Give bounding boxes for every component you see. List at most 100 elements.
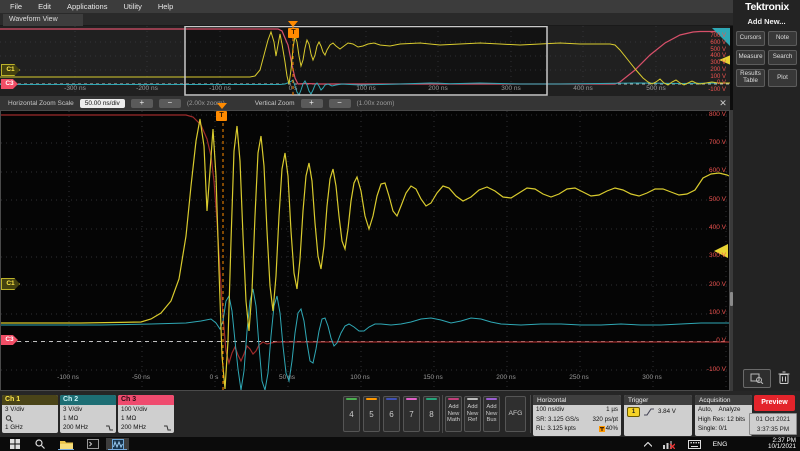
trigger-source-chip: 1 [627, 407, 640, 417]
taskbar-clock[interactable]: 2:37 PM 10/1/2021 [738, 438, 796, 451]
h-zoom-plus-button[interactable]: + [131, 99, 153, 108]
ch7-color-strip [406, 398, 417, 400]
ch5-color-strip [366, 398, 377, 400]
horizontal-window: 1 µs [606, 406, 618, 413]
v-zoom-minus-button[interactable]: − [329, 99, 351, 108]
h-zoom-minus-button[interactable]: − [159, 99, 181, 108]
acquisition-analyze: Analyze [718, 406, 740, 413]
ch3-bandwidth: 200 MHz [118, 423, 174, 432]
divider-grip-handle[interactable] [730, 292, 733, 306]
bus-color-strip [486, 398, 497, 400]
channel-4-button[interactable]: 4 [343, 396, 360, 432]
acquisition-single: Single: 0/1 [695, 424, 752, 434]
channel-3-badge[interactable]: Ch 3 100 V/div 1 MΩ 200 MHz [118, 395, 174, 433]
scope-time: 3:37:35 PM [750, 425, 796, 435]
network-status-button[interactable] [660, 438, 678, 450]
terminal-icon [87, 439, 99, 449]
main-x-tick: 250 ns [561, 374, 597, 381]
chevron-up-icon [644, 442, 652, 447]
note-button[interactable]: Note [768, 31, 797, 46]
tab-bar [0, 13, 733, 26]
trigger-flag-main[interactable]: T [216, 111, 227, 121]
trigger-flag-overview[interactable]: T [288, 28, 299, 38]
taskbar-chevron-button[interactable] [640, 438, 656, 450]
results-table-button[interactable]: Results Table [736, 69, 765, 87]
main-y-tick: 100 V [694, 309, 726, 316]
add-new-ref-button[interactable]: Add New Ref [464, 396, 481, 432]
add-new-math-button[interactable]: Add New Math [445, 396, 462, 432]
tektronix-logo: Tektronix [736, 1, 798, 13]
afg-button[interactable]: AFG [505, 396, 526, 432]
channel-1-badge[interactable]: Ch 1 3 V/div 1 GHz [2, 395, 58, 433]
search-button[interactable]: Search [768, 50, 797, 65]
main-y-tick: 500 V [694, 196, 726, 203]
v-zoom-plus-button[interactable]: + [301, 99, 323, 108]
overview-y-tick: 400 V [698, 53, 726, 59]
close-zoom-view-button[interactable]: ✕ [717, 97, 729, 109]
channel-8-button[interactable]: 8 [423, 396, 440, 432]
main-x-tick: -50 ns [123, 374, 159, 381]
h-zoom-scale-value[interactable]: 50.00 ns/div [80, 99, 125, 108]
trigger-level: 3.84 V [658, 408, 676, 415]
scope-clock-badge[interactable]: 01 Oct 2021 3:37:35 PM [749, 413, 797, 435]
overview-y-tick: 200 V [698, 67, 726, 73]
h-zoom-scale-label: Horizontal Zoom Scale [8, 100, 74, 107]
main-x-tick: 100 ns [342, 374, 378, 381]
main-x-tick: 0 s [196, 374, 232, 381]
overview-x-tick: 0 s [275, 85, 311, 92]
plot-button[interactable]: Plot [768, 69, 797, 87]
v-zoom-factor: (1.00x zoom) [357, 100, 395, 107]
trigger-indicator-triangle-overview[interactable] [288, 21, 298, 27]
overview-x-tick: -300 ns [57, 85, 93, 92]
main-y-tick: 300 V [694, 252, 726, 259]
channel-5-button[interactable]: 5 [363, 396, 380, 432]
main-y-tick: -100 V [694, 366, 726, 373]
menu-help[interactable]: Help [158, 2, 173, 11]
acquisition-badge[interactable]: Acquisition Auto,Analyze High Res: 12 bi… [695, 395, 752, 436]
command-prompt-button[interactable] [82, 438, 104, 450]
main-x-tick: -100 ns [50, 374, 86, 381]
start-button[interactable] [4, 438, 26, 450]
overview-x-tick: 200 ns [420, 85, 456, 92]
ch1-scale: 3 V/div [2, 405, 58, 414]
channel-2-badge[interactable]: Ch 2 3 V/div 1 MΩ 200 MHz [60, 395, 116, 433]
channel-6-button[interactable]: 6 [383, 396, 400, 432]
rising-edge-icon [644, 408, 654, 416]
add-new-bus-button[interactable]: Add New Bus [483, 396, 500, 432]
trigger-title: Trigger [624, 395, 692, 405]
preview-button[interactable]: Preview [754, 395, 795, 411]
overview-y-tick: 600 V [698, 40, 726, 46]
ch3-impedance: 1 MΩ [118, 414, 174, 423]
ch2-header: Ch 2 [60, 395, 116, 405]
horizontal-badge[interactable]: Horizontal 100 ns/div1 µs SR: 3.125 GS/s… [533, 395, 621, 436]
language-indicator[interactable]: ENG [708, 438, 732, 450]
touch-keyboard-button[interactable] [684, 438, 704, 450]
main-y-tick: 0 V [694, 337, 726, 344]
trigger-position-icon [599, 426, 605, 432]
ch3-trace-main [1, 115, 729, 363]
main-waveform-plot[interactable] [0, 110, 730, 391]
plot-sidebar-divider [730, 110, 733, 391]
channel-7-button[interactable]: 7 [403, 396, 420, 432]
taskbar-search-button[interactable] [30, 438, 50, 450]
menu-edit[interactable]: Edit [38, 2, 51, 11]
tab-waveform-view[interactable]: Waveform View [3, 14, 83, 26]
trash-button[interactable] [774, 369, 794, 386]
trigger-badge[interactable]: Trigger 1 3.84 V [624, 395, 692, 436]
measure-button[interactable]: Measure [736, 50, 765, 65]
expansion-point-triangle[interactable] [217, 103, 227, 109]
main-y-tick: 800 V [694, 111, 726, 118]
ch1-trace-main [1, 119, 729, 389]
probe-icon [5, 415, 13, 422]
ch2-scale: 3 V/div [60, 405, 116, 414]
menu-utility[interactable]: Utility [123, 2, 141, 11]
ch3-scale: 100 V/div [118, 405, 174, 414]
cursors-button[interactable]: Cursors [736, 31, 765, 46]
menu-file[interactable]: File [10, 2, 22, 11]
menu-applications[interactable]: Applications [67, 2, 107, 11]
trash-icon [778, 371, 790, 384]
zoom-tool-button[interactable] [743, 369, 771, 388]
main-y-tick: 700 V [694, 139, 726, 146]
main-y-tick: 600 V [694, 167, 726, 174]
bandwidth-limit-icon [106, 424, 113, 431]
